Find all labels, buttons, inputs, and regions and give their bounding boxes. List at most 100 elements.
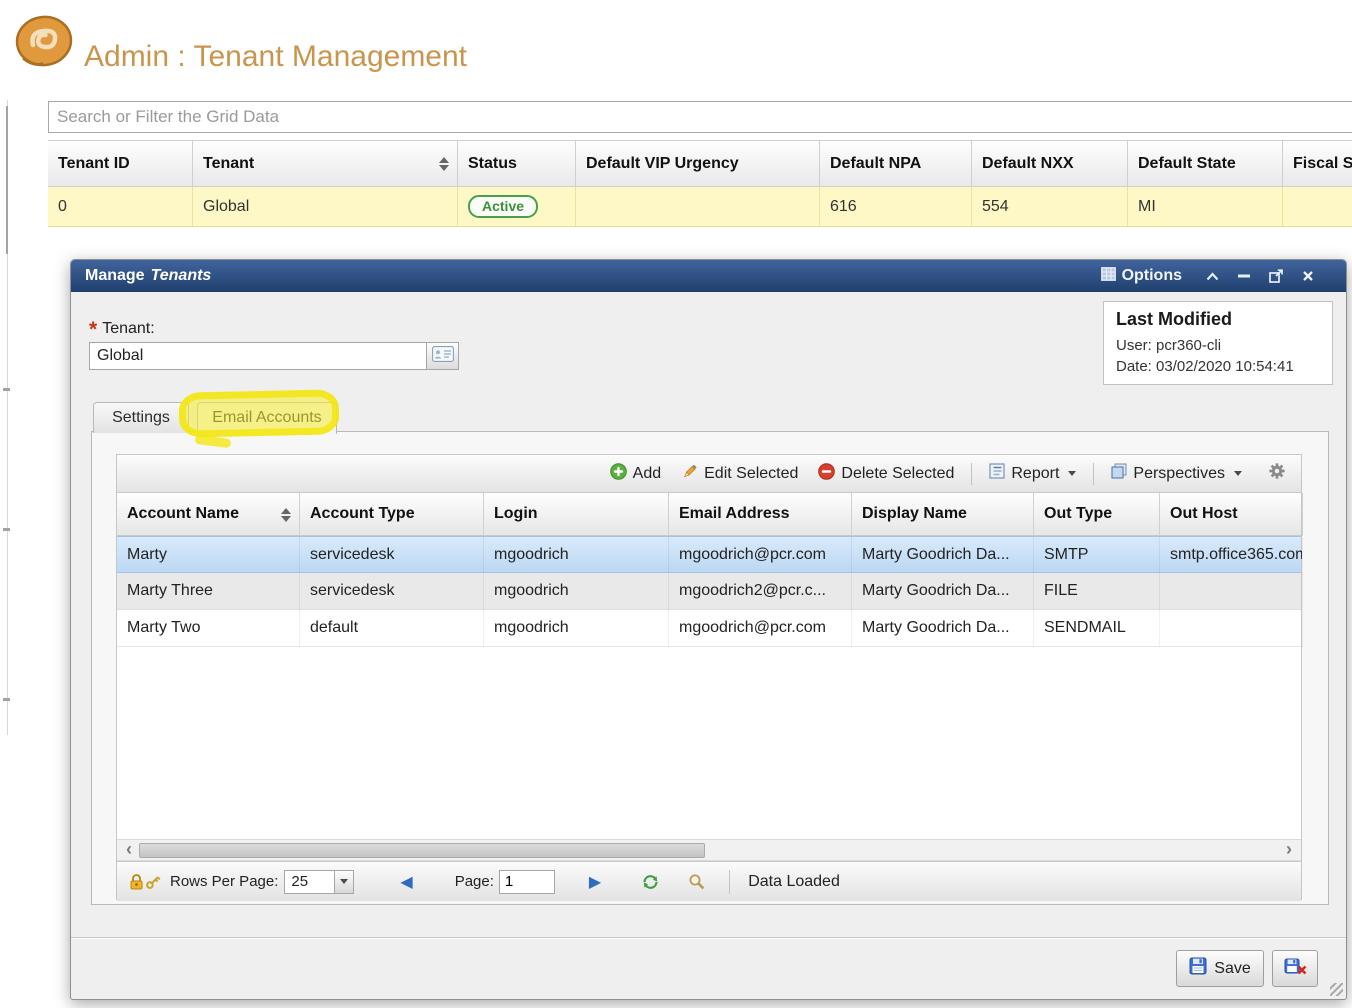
collapsed-panel-grip[interactable] bbox=[6, 106, 8, 254]
col-status[interactable]: Status bbox=[458, 140, 576, 187]
previous-page-icon[interactable]: ◀ bbox=[400, 872, 412, 892]
save-button[interactable]: Save bbox=[1176, 950, 1264, 987]
collapse-icon[interactable] bbox=[1204, 268, 1220, 284]
cell-display-name[interactable]: Marty Goodrich Da... bbox=[852, 573, 1034, 610]
cell-display-name[interactable]: Marty Goodrich Da... bbox=[852, 537, 1034, 574]
last-modified-user: User: pcr360-cli bbox=[1116, 335, 1320, 356]
cell-status[interactable]: Active bbox=[458, 187, 576, 227]
toolbar-separator bbox=[1093, 463, 1094, 485]
refresh-icon[interactable] bbox=[641, 873, 660, 891]
key-icon[interactable] bbox=[144, 873, 162, 891]
rows-per-page-select[interactable]: 25 bbox=[284, 870, 354, 894]
cell-text: FILE bbox=[1044, 582, 1078, 599]
cell-out-type[interactable]: SMTP bbox=[1034, 537, 1160, 574]
scroll-left-icon[interactable]: ‹ bbox=[119, 840, 139, 860]
cell-default-nxx[interactable]: 554 bbox=[972, 187, 1128, 227]
cell-display-name[interactable]: Marty Goodrich Da... bbox=[852, 610, 1034, 647]
cell-out-host[interactable]: smtp.office365.com bbox=[1160, 537, 1303, 574]
col-email-address[interactable]: Email Address bbox=[669, 493, 852, 536]
cell-out-type[interactable]: FILE bbox=[1034, 573, 1160, 610]
cell-default-npa[interactable]: 616 bbox=[820, 187, 972, 227]
page-number-input[interactable] bbox=[499, 870, 555, 894]
account-row[interactable]: Marty Two default mgoodrich mgoodrich@pc… bbox=[117, 610, 1301, 647]
col-fiscal[interactable]: Fiscal S bbox=[1283, 140, 1352, 187]
account-row[interactable]: Marty Three servicedesk mgoodrich mgoodr… bbox=[117, 573, 1301, 610]
col-default-nxx[interactable]: Default NXX bbox=[972, 140, 1128, 187]
account-row-selected[interactable]: Marty servicedesk mgoodrich mgoodrich@pc… bbox=[117, 536, 1301, 573]
tenant-input[interactable] bbox=[90, 343, 426, 369]
grid-filter-input[interactable] bbox=[48, 101, 1352, 133]
perspectives-button[interactable]: Perspectives bbox=[1104, 460, 1249, 487]
cell-account-type[interactable]: default bbox=[300, 610, 484, 647]
col-default-vip-urgency[interactable]: Default VIP Urgency bbox=[576, 140, 820, 187]
close-icon[interactable] bbox=[1300, 268, 1316, 284]
add-icon bbox=[610, 463, 627, 485]
cell-login[interactable]: mgoodrich bbox=[484, 610, 669, 647]
cell-email-address[interactable]: mgoodrich@pcr.com bbox=[669, 537, 852, 574]
lock-icon[interactable] bbox=[129, 873, 144, 890]
save-and-close-button[interactable] bbox=[1272, 950, 1318, 987]
add-button[interactable]: Add bbox=[603, 460, 668, 488]
col-out-type[interactable]: Out Type bbox=[1034, 493, 1160, 536]
scrollbar-thumb[interactable] bbox=[139, 843, 705, 858]
col-tenant-id[interactable]: Tenant ID bbox=[48, 140, 193, 187]
col-display-name[interactable]: Display Name bbox=[852, 493, 1034, 536]
cell-out-host[interactable] bbox=[1160, 573, 1303, 610]
col-label: Fiscal S bbox=[1293, 155, 1352, 172]
cell-out-type[interactable]: SENDMAIL bbox=[1034, 610, 1160, 647]
col-default-state[interactable]: Default State bbox=[1128, 140, 1283, 187]
next-page-icon[interactable]: ▶ bbox=[589, 872, 601, 892]
col-out-host[interactable]: Out Host bbox=[1160, 493, 1303, 536]
sort-icon[interactable] bbox=[281, 508, 291, 522]
date-label: Date: bbox=[1116, 358, 1152, 375]
edit-selected-button[interactable]: Edit Selected bbox=[674, 460, 805, 488]
pager-separator bbox=[729, 870, 730, 894]
email-accounts-panel: Add Edit Selected Delete Selected bbox=[91, 431, 1329, 905]
col-login[interactable]: Login bbox=[484, 493, 669, 536]
tenant-picker-button[interactable] bbox=[426, 343, 458, 369]
cell-login[interactable]: mgoodrich bbox=[484, 537, 669, 574]
cell-email-address[interactable]: mgoodrich@pcr.com bbox=[669, 610, 852, 647]
col-tenant[interactable]: Tenant bbox=[193, 140, 458, 187]
dialog-title: ManageTenants bbox=[85, 267, 211, 285]
edit-label: Edit Selected bbox=[704, 465, 798, 483]
cell-fiscal[interactable] bbox=[1283, 187, 1352, 227]
col-default-npa[interactable]: Default NPA bbox=[820, 140, 972, 187]
horizontal-scrollbar[interactable]: ‹ › bbox=[117, 839, 1301, 861]
cell-text: Global bbox=[203, 198, 249, 215]
col-label: Login bbox=[494, 505, 538, 522]
grid-settings-button[interactable] bbox=[1261, 459, 1293, 488]
cell-account-name[interactable]: Marty Three bbox=[117, 573, 300, 610]
delete-selected-button[interactable]: Delete Selected bbox=[811, 460, 961, 488]
tab-settings[interactable]: Settings bbox=[93, 402, 189, 433]
dialog-titlebar[interactable]: ManageTenants Options bbox=[71, 260, 1346, 292]
tenant-row-global[interactable]: 0 Global Active 616 554 MI bbox=[48, 187, 1352, 227]
cell-account-name[interactable]: Marty Two bbox=[117, 610, 300, 647]
options-button[interactable]: Options bbox=[1101, 267, 1182, 286]
cell-text: Marty Goodrich Da... bbox=[862, 582, 1010, 599]
chevron-down-icon bbox=[1068, 471, 1076, 476]
popout-icon[interactable] bbox=[1268, 268, 1284, 284]
scroll-right-icon[interactable]: › bbox=[1279, 840, 1299, 860]
resize-grip[interactable] bbox=[1330, 983, 1343, 996]
cell-default-vip-urgency[interactable] bbox=[576, 187, 820, 227]
search-icon[interactable] bbox=[688, 873, 705, 890]
cell-out-host[interactable] bbox=[1160, 610, 1303, 647]
cell-account-name[interactable]: Marty bbox=[117, 537, 300, 574]
cell-email-address[interactable]: mgoodrich2@pcr.c... bbox=[669, 573, 852, 610]
grid-toolbar: Add Edit Selected Delete Selected bbox=[117, 455, 1301, 493]
cell-text: Marty Goodrich Da... bbox=[862, 619, 1010, 636]
cell-login[interactable]: mgoodrich bbox=[484, 573, 669, 610]
col-account-name[interactable]: Account Name bbox=[117, 493, 300, 536]
tab-label: Email Accounts bbox=[212, 409, 321, 426]
cell-tenant[interactable]: Global bbox=[193, 187, 458, 227]
cell-tenant-id[interactable]: 0 bbox=[48, 187, 193, 227]
minimize-icon[interactable] bbox=[1236, 268, 1252, 284]
sort-icon[interactable] bbox=[439, 157, 449, 171]
col-account-type[interactable]: Account Type bbox=[300, 493, 484, 536]
report-button[interactable]: Report bbox=[982, 460, 1083, 487]
cell-default-state[interactable]: MI bbox=[1128, 187, 1283, 227]
cell-account-type[interactable]: servicedesk bbox=[300, 573, 484, 610]
tab-email-accounts[interactable]: Email Accounts bbox=[197, 402, 337, 434]
cell-account-type[interactable]: servicedesk bbox=[300, 537, 484, 574]
